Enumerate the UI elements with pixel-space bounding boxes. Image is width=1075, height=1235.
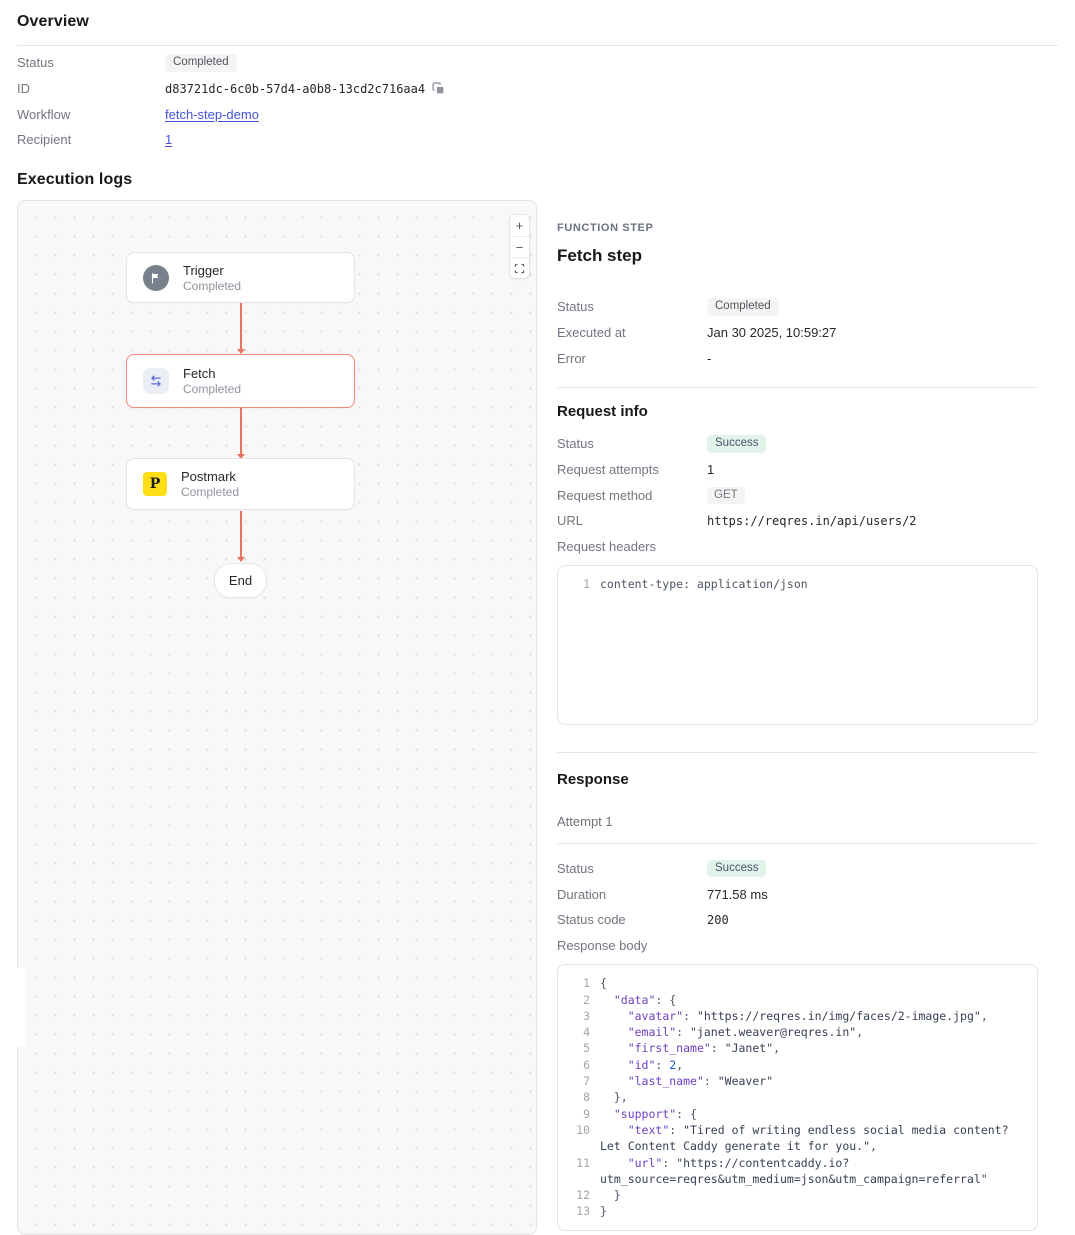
status-code-label: Status code	[557, 912, 707, 927]
plus-icon: +	[516, 218, 524, 233]
canvas-controls: + −	[509, 214, 530, 279]
overview-divider	[17, 45, 1058, 46]
workflow-link[interactable]: fetch-step-demo	[165, 107, 259, 122]
executed-at-label: Executed at	[557, 325, 707, 340]
overview-workflow-row: Workflow fetch-step-demo	[17, 101, 1058, 127]
transaction-id: d83721dc-6c0b-57d4-a0b8-13cd2c716aa4	[165, 82, 425, 96]
recipient-link[interactable]: 1	[165, 132, 172, 147]
node-status: Completed	[183, 279, 241, 294]
canvas-notch	[17, 968, 26, 1046]
request-method-badge: GET	[707, 487, 745, 505]
status-label: Status	[557, 299, 707, 314]
response-body-label: Response body	[557, 938, 707, 953]
recipient-label: Recipient	[17, 132, 165, 147]
duration-label: Duration	[557, 887, 707, 902]
node-trigger[interactable]: Trigger Completed	[126, 252, 355, 303]
node-title: End	[229, 573, 252, 588]
step-title: Fetch step	[557, 246, 1038, 266]
edge-postmark-end	[240, 511, 242, 557]
postmark-icon: P	[143, 472, 167, 496]
node-postmark[interactable]: P Postmark Completed	[126, 458, 355, 510]
step-meta: Status Completed Executed at Jan 30 2025…	[557, 294, 1038, 371]
zoom-in-button[interactable]: +	[510, 215, 529, 236]
overview-status-row: Status Completed	[17, 50, 1058, 76]
request-status-badge: Success	[707, 435, 766, 453]
response-status-label: Status	[557, 861, 707, 876]
divider	[557, 752, 1038, 753]
edge-trigger-fetch	[240, 303, 242, 349]
edge-fetch-postmark	[240, 408, 242, 454]
minus-icon: −	[516, 240, 524, 255]
request-info-title: Request info	[557, 403, 1038, 420]
divider	[557, 387, 1038, 388]
execution-logs-title: Execution logs	[17, 171, 132, 189]
step-detail-panel: FUNCTION STEP Fetch step Status Complete…	[557, 200, 1038, 1231]
response-body-code: 1{2 "data": {3 "avatar": "https://reqres…	[557, 964, 1038, 1230]
fit-view-icon	[514, 263, 525, 274]
status-badge: Completed	[165, 54, 237, 72]
fit-view-button[interactable]	[510, 257, 529, 278]
node-title: Fetch	[183, 365, 241, 382]
node-status: Completed	[183, 382, 241, 397]
error-label: Error	[557, 351, 707, 366]
executed-at-value: Jan 30 2025, 10:59:27	[707, 325, 836, 340]
step-status-badge: Completed	[707, 298, 779, 316]
duration-value: 771.58 ms	[707, 887, 768, 902]
node-title: Trigger	[183, 262, 241, 279]
node-fetch[interactable]: Fetch Completed	[126, 354, 355, 408]
swap-arrows-icon	[143, 368, 169, 394]
zoom-out-button[interactable]: −	[510, 236, 529, 257]
request-attempts-value: 1	[707, 462, 714, 477]
node-title: Postmark	[181, 468, 239, 485]
id-label: ID	[17, 81, 165, 96]
workflow-canvas[interactable]: Trigger Completed Fetch Completed P Post…	[17, 200, 537, 1235]
error-value: -	[707, 351, 711, 366]
flag-icon	[143, 265, 169, 291]
response-status-badge: Success	[707, 860, 766, 878]
request-url-value: https://reqres.in/api/users/2	[707, 514, 917, 528]
step-type-kicker: FUNCTION STEP	[557, 222, 1038, 234]
request-url-label: URL	[557, 513, 707, 528]
copy-icon	[432, 82, 445, 95]
overview-title: Overview	[17, 13, 89, 31]
request-info-rows: Status Success Request attempts 1 Reques…	[557, 431, 1038, 559]
status-code-value: 200	[707, 913, 729, 927]
request-method-label: Request method	[557, 488, 707, 503]
overview-id-row: ID d83721dc-6c0b-57d4-a0b8-13cd2c716aa4	[17, 76, 1058, 102]
execution-detail-page: Overview Status Completed ID d83721dc-6c…	[0, 0, 1075, 1235]
overview-recipient-row: Recipient 1	[17, 127, 1058, 153]
status-label: Status	[17, 55, 165, 70]
copy-id-button[interactable]	[432, 82, 445, 95]
divider	[557, 843, 1038, 844]
response-title: Response	[557, 771, 1038, 788]
workflow-label: Workflow	[17, 107, 165, 122]
response-rows: Status Success Duration 771.58 ms Status…	[557, 856, 1038, 959]
request-headers-code: 1content-type: application/json	[557, 565, 1038, 725]
request-attempts-label: Request attempts	[557, 462, 707, 477]
overview-rows: Status Completed ID d83721dc-6c0b-57d4-a…	[17, 50, 1058, 153]
node-status: Completed	[181, 485, 239, 500]
node-end[interactable]: End	[214, 563, 267, 598]
attempt-label: Attempt 1	[557, 814, 1038, 830]
request-status-label: Status	[557, 436, 707, 451]
request-headers-label: Request headers	[557, 539, 707, 554]
